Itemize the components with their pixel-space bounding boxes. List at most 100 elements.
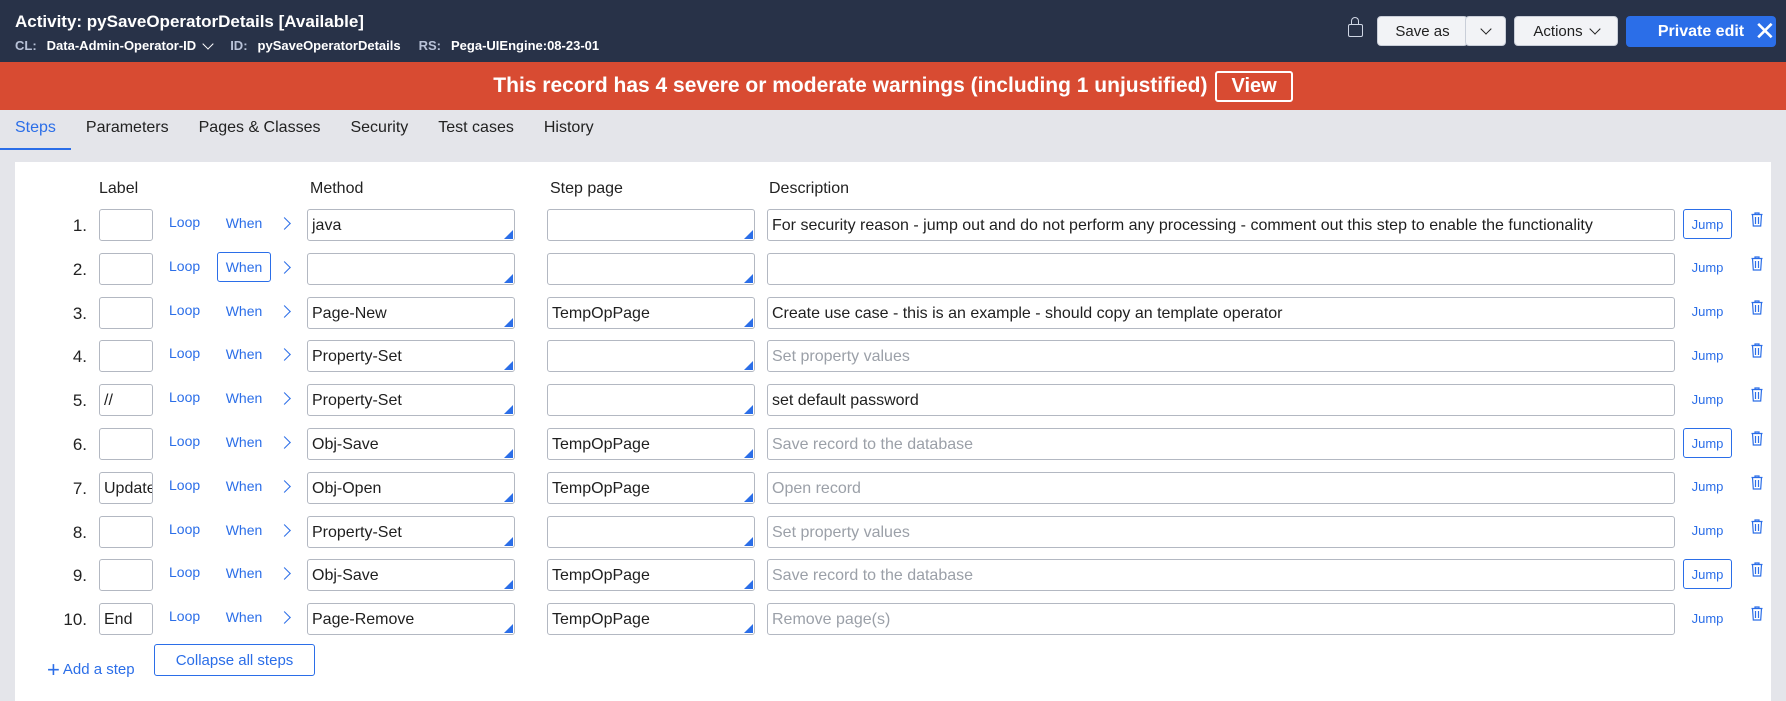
actions-button[interactable]: Actions xyxy=(1514,16,1618,46)
tab-history[interactable]: History xyxy=(529,110,609,148)
step-page-field[interactable] xyxy=(547,209,755,241)
chevron-right-icon[interactable] xyxy=(278,436,291,449)
when-link[interactable]: When xyxy=(217,515,271,545)
step-label-field[interactable] xyxy=(99,296,153,329)
trash-icon[interactable] xyxy=(1751,431,1763,446)
step-page-field[interactable] xyxy=(547,252,755,285)
chevron-right-icon[interactable] xyxy=(278,348,291,362)
trash-icon[interactable] xyxy=(1751,299,1763,315)
rs-value[interactable]: Pega-UIEngine:08-23-01 xyxy=(451,38,599,53)
collapse-all-steps-button[interactable]: Collapse all steps xyxy=(154,644,315,676)
jump-link[interactable]: Jump xyxy=(1683,472,1732,502)
loop-link[interactable]: Loop xyxy=(169,608,200,624)
loop-link[interactable]: Loop xyxy=(169,564,200,580)
chevron-right-icon[interactable] xyxy=(278,523,291,537)
method-field[interactable]: Page-Remove xyxy=(307,603,515,636)
when-link[interactable]: When xyxy=(217,602,271,632)
jump-link[interactable]: Jump xyxy=(1683,209,1732,239)
description-field[interactable]: Remove page(s) xyxy=(767,603,1675,636)
tab-parameters[interactable]: Parameters xyxy=(71,110,184,148)
step-label-field[interactable] xyxy=(99,252,153,285)
tab-test-cases[interactable]: Test cases xyxy=(423,110,529,148)
method-field[interactable] xyxy=(307,252,515,285)
when-link[interactable]: When xyxy=(217,383,271,413)
step-label-field[interactable]: // xyxy=(99,384,153,417)
chevron-right-icon[interactable] xyxy=(278,392,291,406)
chevron-right-icon[interactable] xyxy=(278,217,291,230)
method-field[interactable]: Property-Set xyxy=(307,515,515,548)
when-link[interactable]: When xyxy=(217,471,271,501)
method-field[interactable]: Property-Set xyxy=(307,384,515,417)
description-field[interactable]: Set property values xyxy=(767,340,1675,373)
tab-security[interactable]: Security xyxy=(335,110,423,148)
jump-link[interactable]: Jump xyxy=(1683,516,1732,546)
jump-link[interactable]: Jump xyxy=(1683,253,1732,283)
method-field[interactable]: java xyxy=(307,209,515,241)
method-field[interactable]: Obj-Save xyxy=(307,428,515,460)
when-link[interactable]: When xyxy=(217,427,271,457)
loop-link[interactable]: Loop xyxy=(169,214,200,230)
trash-icon[interactable] xyxy=(1751,518,1763,534)
step-label-field[interactable]: End xyxy=(99,603,153,636)
chevron-right-icon[interactable] xyxy=(278,479,291,493)
when-link[interactable]: When xyxy=(217,208,271,238)
trash-icon[interactable] xyxy=(1751,562,1763,577)
add-step-button[interactable]: + Add a step xyxy=(47,659,135,681)
step-page-field[interactable] xyxy=(547,340,755,373)
save-as-menu-button[interactable] xyxy=(1465,16,1506,46)
step-page-field[interactable]: TempOpPage xyxy=(547,296,755,329)
when-link[interactable]: When xyxy=(217,558,271,588)
when-link[interactable]: When xyxy=(217,339,271,369)
step-label-field[interactable] xyxy=(99,209,153,241)
chevron-right-icon[interactable] xyxy=(278,304,291,318)
save-as-button[interactable]: Save as xyxy=(1377,16,1468,46)
chevron-right-icon[interactable] xyxy=(278,567,291,581)
step-label-field[interactable]: Update xyxy=(99,471,153,504)
jump-link[interactable]: Jump xyxy=(1683,603,1732,633)
description-field[interactable]: For security reason - jump out and do no… xyxy=(767,209,1675,241)
cl-value[interactable]: Data-Admin-Operator-ID xyxy=(47,38,197,53)
jump-link[interactable]: Jump xyxy=(1683,428,1732,458)
step-page-field[interactable]: TempOpPage xyxy=(547,471,755,504)
step-label-field[interactable] xyxy=(99,428,153,460)
method-field[interactable]: Obj-Save xyxy=(307,559,515,592)
step-page-field[interactable] xyxy=(547,384,755,417)
method-field[interactable]: Property-Set xyxy=(307,340,515,373)
loop-link[interactable]: Loop xyxy=(169,345,200,361)
lock-icon[interactable] xyxy=(1348,17,1363,37)
chevron-right-icon[interactable] xyxy=(278,260,291,274)
step-page-field[interactable]: TempOpPage xyxy=(547,559,755,592)
loop-link[interactable]: Loop xyxy=(169,521,200,537)
loop-link[interactable]: Loop xyxy=(169,477,200,493)
description-field[interactable]: set default password xyxy=(767,384,1675,417)
tab-steps[interactable]: Steps xyxy=(0,110,71,150)
when-link[interactable]: When xyxy=(217,251,271,282)
step-label-field[interactable] xyxy=(99,559,153,592)
step-label-field[interactable] xyxy=(99,515,153,548)
description-field[interactable]: Save record to the database xyxy=(767,559,1675,592)
trash-icon[interactable] xyxy=(1751,343,1763,358)
description-field[interactable] xyxy=(767,252,1675,285)
method-field[interactable]: Obj-Open xyxy=(307,471,515,504)
description-field[interactable]: Save record to the database xyxy=(767,428,1675,460)
loop-link[interactable]: Loop xyxy=(169,433,200,449)
chevron-right-icon[interactable] xyxy=(278,611,291,625)
jump-link[interactable]: Jump xyxy=(1683,340,1732,370)
jump-link[interactable]: Jump xyxy=(1683,559,1732,590)
trash-icon[interactable] xyxy=(1751,212,1763,227)
trash-icon[interactable] xyxy=(1751,606,1763,621)
chevron-down-icon[interactable] xyxy=(202,37,214,50)
loop-link[interactable]: Loop xyxy=(169,302,200,318)
step-page-field[interactable]: TempOpPage xyxy=(547,428,755,460)
trash-icon[interactable] xyxy=(1751,256,1763,271)
step-page-field[interactable] xyxy=(547,515,755,548)
description-field[interactable]: Create use case - this is an example - s… xyxy=(767,296,1675,329)
description-field[interactable]: Set property values xyxy=(767,515,1675,548)
step-page-field[interactable]: TempOpPage xyxy=(547,603,755,636)
jump-link[interactable]: Jump xyxy=(1683,297,1732,327)
view-warnings-button[interactable]: View xyxy=(1215,70,1293,102)
close-icon[interactable]: ✕ xyxy=(1754,18,1776,44)
when-link[interactable]: When xyxy=(217,296,271,326)
description-field[interactable]: Open record xyxy=(767,471,1675,504)
method-field[interactable]: Page-New xyxy=(307,296,515,329)
